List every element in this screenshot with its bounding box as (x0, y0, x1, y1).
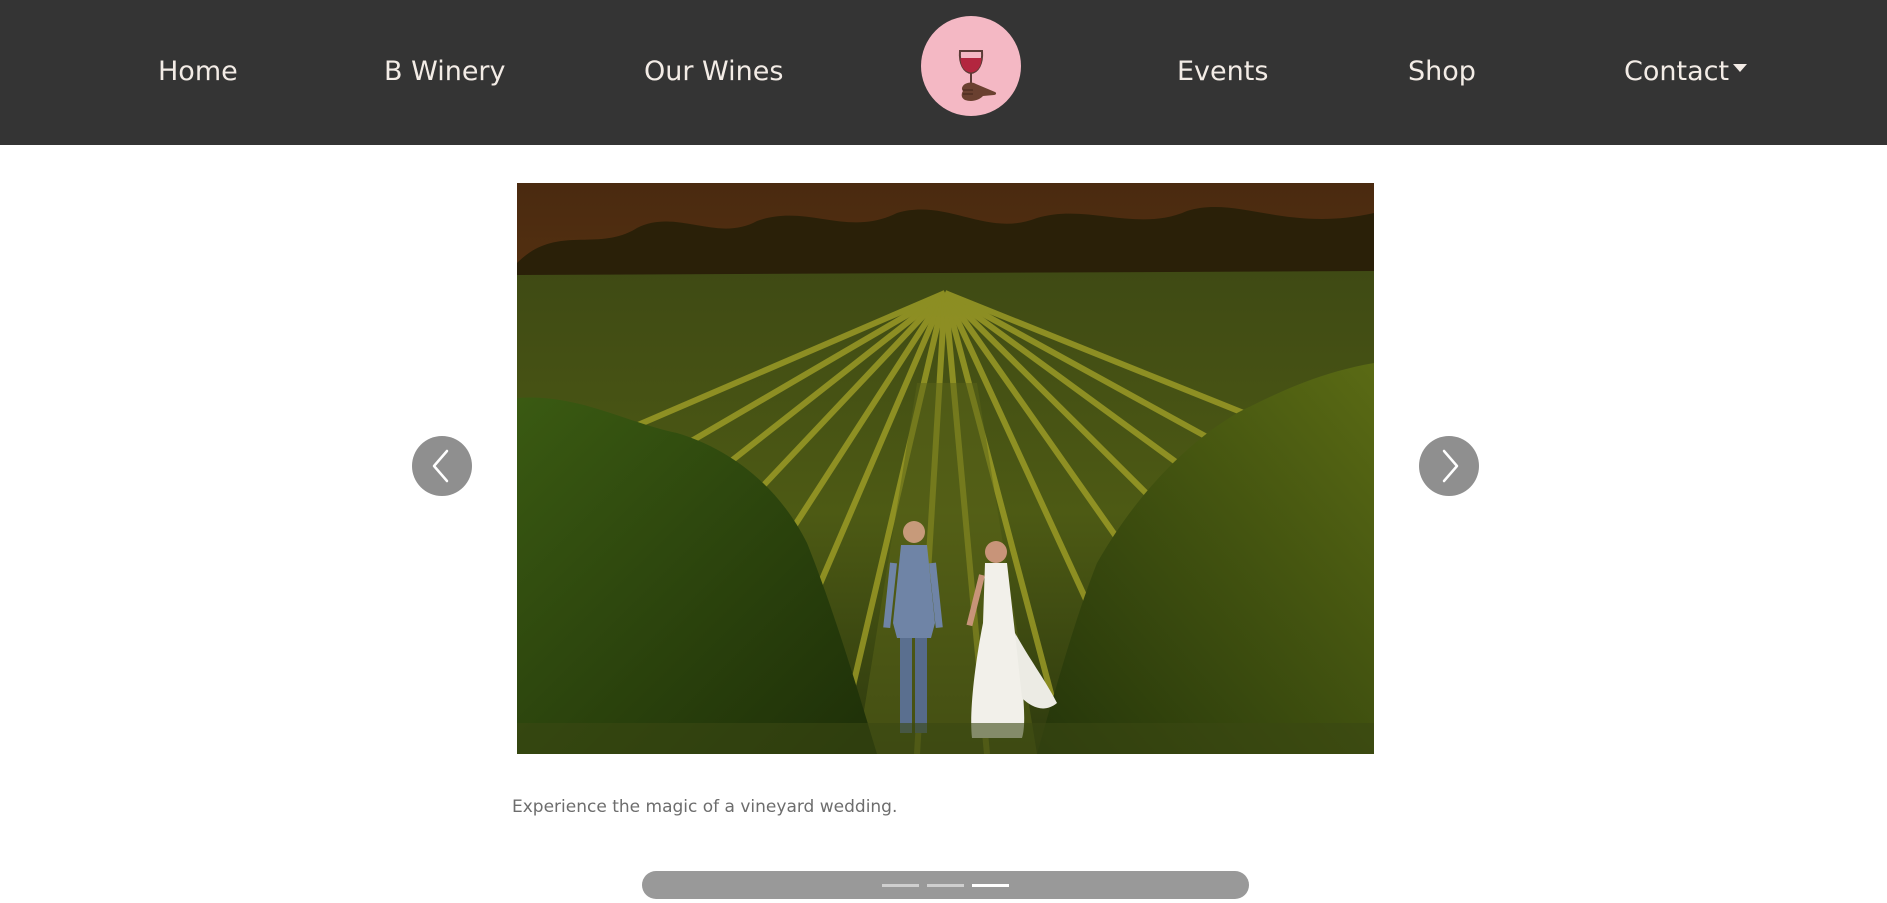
carousel-indicator-3-active[interactable] (972, 884, 1009, 887)
carousel-indicator-1[interactable] (882, 884, 919, 887)
nav-b-winery[interactable]: B Winery (384, 52, 506, 92)
caret-down-icon (1733, 63, 1748, 72)
chevron-left-icon (432, 449, 449, 483)
chevron-right-icon (1442, 449, 1459, 483)
nav-contact-label: Contact (1624, 56, 1730, 87)
carousel-indicators (642, 871, 1249, 899)
wine-glass-in-hand-icon (958, 50, 997, 101)
vineyard-wedding-photo (517, 183, 1374, 754)
carousel-next-button[interactable] (1419, 436, 1479, 496)
carousel-prev-button[interactable] (412, 436, 472, 496)
slide-caption: Experience the magic of a vineyard weddi… (512, 797, 898, 817)
nav-contact-dropdown[interactable]: Contact (1624, 52, 1748, 92)
nav-home[interactable]: Home (158, 52, 238, 92)
winery-logo[interactable] (921, 16, 1021, 116)
top-navbar: Home B Winery Our Wines Events Shop Cont… (0, 0, 1887, 145)
carousel-indicator-2[interactable] (927, 884, 964, 887)
carousel-slide-image (517, 183, 1374, 754)
nav-events[interactable]: Events (1177, 52, 1268, 92)
nav-our-wines[interactable]: Our Wines (644, 52, 783, 92)
nav-shop[interactable]: Shop (1408, 52, 1476, 92)
